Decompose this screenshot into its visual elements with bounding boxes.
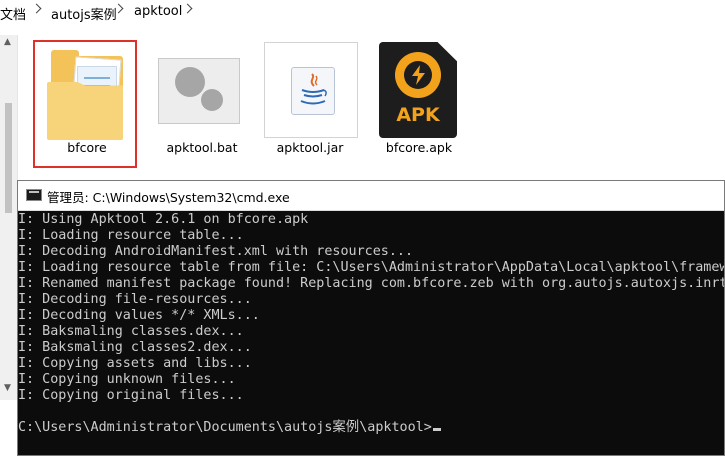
address-breadcrumb[interactable]: 文档 autojs案例 apktool — [0, 0, 725, 25]
cmd-window-title: 管理员: C:\Windows\System32\cmd.exe — [47, 190, 290, 205]
folder-icon — [47, 44, 127, 140]
console-line: I: Using Apktool 2.6.1 on bfcore.apk — [18, 212, 309, 227]
file-name-label: bfcore.apk — [385, 140, 453, 155]
console-line: I: Loading resource table from file: C:\… — [18, 260, 724, 275]
file-name-label: apktool.jar — [276, 140, 344, 155]
apk-file-icon: APK — [379, 42, 459, 138]
apk-badge-text: APK — [396, 104, 440, 126]
console-prompt-line[interactable]: C:\Users\Administrator\Documents\autojs案… — [18, 420, 441, 436]
file-name-label: apktool.bat — [166, 140, 238, 155]
file-name-label: bfcore — [67, 140, 107, 155]
file-item-bfcore-apk[interactable]: APK bfcore.apk — [367, 40, 471, 168]
cmd-app-icon — [26, 189, 42, 201]
console-line: I: Decoding file-resources... — [18, 292, 252, 307]
console-output[interactable]: I: Using Apktool 2.6.1 on bfcore.apk I: … — [18, 211, 724, 455]
console-line: I: Decoding AndroidManifest.xml with res… — [18, 244, 414, 259]
breadcrumb-item-apktool[interactable]: apktool — [134, 4, 182, 19]
cmd-title-bar[interactable]: 管理员: C:\Windows\System32\cmd.exe — [18, 181, 724, 211]
command-prompt: C:\Users\Administrator\Documents\autojs案… — [18, 420, 432, 435]
console-line: I: Baksmaling classes.dex... — [18, 324, 244, 339]
file-item-apktool-bat[interactable]: apktool.bat — [150, 40, 254, 168]
cmd-window[interactable]: 管理员: C:\Windows\System32\cmd.exe I: Usin… — [17, 180, 725, 456]
scrollbar-thumb[interactable] — [5, 103, 12, 213]
chevron-right-icon — [182, 3, 193, 14]
file-item-apktool-jar[interactable]: apktool.jar — [258, 40, 362, 168]
gear-file-icon — [158, 42, 240, 137]
console-line: I: Baksmaling classes2.dex... — [18, 340, 252, 355]
scroll-up-arrow-icon[interactable]: ▲ — [4, 37, 11, 47]
breadcrumb-item-documents[interactable]: 文档 — [0, 4, 26, 23]
java-jar-icon — [264, 42, 358, 138]
file-item-bfcore-folder[interactable]: bfcore — [33, 40, 137, 168]
vertical-scrollbar[interactable]: ▲ ▼ — [0, 35, 18, 400]
scroll-down-arrow-icon[interactable]: ▼ — [4, 383, 11, 393]
text-cursor — [432, 428, 441, 431]
console-line: I: Renamed manifest package found! Repla… — [18, 276, 724, 291]
console-line: I: Decoding values */* XMLs... — [18, 308, 260, 323]
console-line: I: Copying original files... — [18, 388, 244, 403]
console-line: I: Loading resource table... — [18, 228, 244, 243]
breadcrumb-item-autojs[interactable]: autojs案例 — [51, 4, 117, 23]
console-line: I: Copying assets and libs... — [18, 356, 252, 371]
console-line: I: Copying unknown files... — [18, 372, 236, 387]
chevron-right-icon — [31, 3, 42, 14]
